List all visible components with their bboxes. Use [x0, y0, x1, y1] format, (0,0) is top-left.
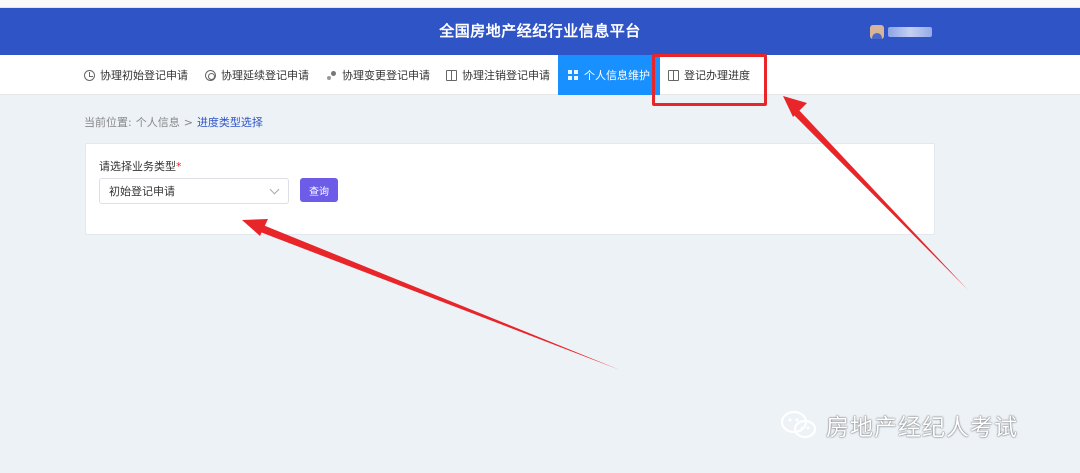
- annotation-arrows: [242, 96, 968, 370]
- annotation-arrow-shaft-nav: [792, 108, 968, 290]
- watermark: 房地产经纪人考试: [780, 408, 1018, 442]
- watermark-text: 房地产经纪人考试: [826, 415, 1018, 441]
- wechat-icon: [780, 410, 817, 439]
- annotation-arrow-shaft-select: [255, 223, 620, 370]
- annotation-arrow-head-nav: [783, 96, 807, 117]
